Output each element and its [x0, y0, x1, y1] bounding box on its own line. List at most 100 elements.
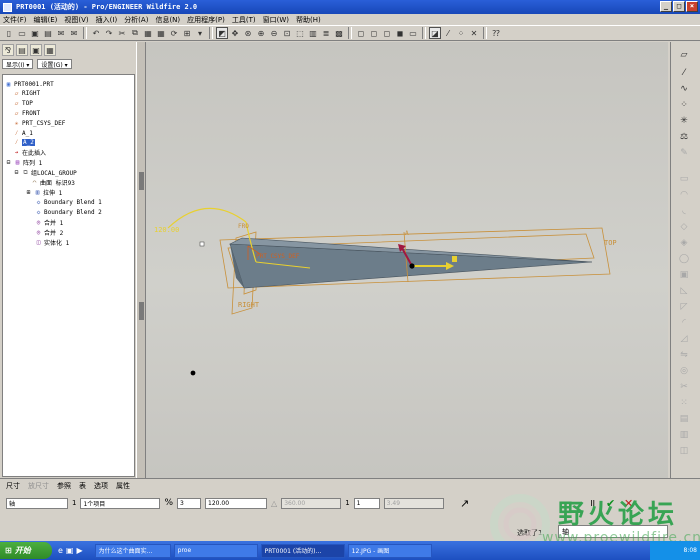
round-tool-icon[interactable]: ◜ [677, 316, 691, 330]
cut-icon[interactable]: ✂ [116, 27, 128, 39]
tab-dimensions[interactable]: 尺寸 [6, 481, 20, 491]
menu-window[interactable]: 窗口(W) [263, 15, 289, 25]
offset-tool-icon[interactable]: ▤ [677, 412, 691, 426]
increment-angle-field[interactable]: 120.00 [205, 497, 268, 509]
print-icon[interactable]: ▤ [42, 27, 54, 39]
datum-point-tool-icon[interactable]: ⁘ [677, 98, 691, 112]
reference-collector[interactable]: 1个项目 [80, 497, 161, 509]
tree-item[interactable]: ▣ PRT0001.PRT [5, 80, 54, 89]
solidify-tool-icon[interactable]: ◫ [677, 444, 691, 458]
tree-item[interactable]: ◇ Boundary Blend 2 [35, 208, 102, 217]
wireframe-icon[interactable]: ◻ [355, 27, 367, 39]
tab-references[interactable]: 参照 [57, 481, 71, 491]
tab-properties[interactable]: 属性 [116, 481, 130, 491]
email-icon[interactable]: ✉ [55, 27, 67, 39]
no-hidden-icon[interactable]: ◻ [381, 27, 393, 39]
menu-analysis[interactable]: 分析(A) [124, 15, 148, 25]
style-tool-icon[interactable]: ◈ [677, 236, 691, 250]
tab-table[interactable]: 表 [79, 481, 86, 491]
confirm-button[interactable]: ✔ [604, 496, 618, 510]
tree-item[interactable]: ◫ 实体化 1 [35, 238, 70, 247]
tab-options[interactable]: 选项 [94, 481, 108, 491]
close-button[interactable]: × [686, 1, 698, 12]
settings-dropdown[interactable]: 设置(G) ▾ [37, 59, 72, 69]
selection-mode-icon[interactable]: ▾ [194, 27, 206, 39]
taskbar-item-proe[interactable]: PRT0001 (活动的)... [260, 543, 345, 558]
refit-icon[interactable]: ⊡ [281, 27, 293, 39]
menu-view[interactable]: 视图(V) [64, 15, 88, 25]
favorites-tab-icon[interactable]: ▣ [30, 44, 42, 56]
collapse-toggle-icon[interactable]: ⊟ [13, 169, 20, 176]
folder-browser-tab-icon[interactable]: ▤ [16, 44, 28, 56]
boundary-blend-tool-icon[interactable]: ◇ [677, 220, 691, 234]
save-icon[interactable]: ▣ [29, 27, 41, 39]
pause-button[interactable]: II [586, 496, 600, 510]
splitter-grip[interactable] [139, 302, 144, 320]
email-link-icon[interactable]: ✉ [68, 27, 80, 39]
context-help-icon[interactable]: ⁇ [490, 27, 502, 39]
drag-handle[interactable] [199, 241, 205, 247]
menu-insert[interactable]: 插入(I) [96, 15, 118, 25]
expand-toggle-icon[interactable]: ⊞ [25, 189, 32, 196]
tree-item[interactable]: ◎ 合并 1 [35, 218, 64, 227]
menu-file[interactable]: 文件(F) [3, 15, 27, 25]
menu-tools[interactable]: 工具(T) [232, 15, 256, 25]
axis-origin-point[interactable] [409, 263, 415, 269]
quick-launch-media-icon[interactable]: ▶ [76, 546, 82, 555]
direction-flip-icon[interactable]: ↗ [458, 496, 472, 510]
datum-axes-toggle-icon[interactable]: ⁄ [442, 27, 454, 39]
rib-tool-icon[interactable]: ◺ [677, 284, 691, 298]
tree-item[interactable]: ▱ RIGHT [13, 89, 40, 98]
quick-launch-ie-icon[interactable]: e [58, 546, 63, 555]
taskbar-item-paint[interactable]: 12.JPG - 画图 [347, 543, 432, 558]
navigator-splitter[interactable] [136, 42, 146, 478]
menu-edit[interactable]: 编辑(E) [34, 15, 58, 25]
taskbar-item-browser[interactable]: 为什么这个曲面实... [94, 543, 171, 558]
pattern-type-select[interactable]: 轴 [6, 497, 68, 509]
find-icon[interactable]: ⊞ [181, 27, 193, 39]
tree-item[interactable]: ⊟ ⧉ 组LOCAL_GROUP [13, 168, 77, 178]
graphics-window[interactable]: 120.00 TOP RIGHT FRO PRT_CSYS_DEF A [146, 42, 668, 478]
new-file-icon[interactable]: ▯ [3, 27, 15, 39]
second-count-field[interactable]: 1 [353, 497, 380, 509]
tree-item[interactable]: ◇ Boundary Blend 1 [35, 198, 102, 207]
menu-help[interactable]: 帮助(H) [296, 15, 321, 25]
open-file-icon[interactable]: ▭ [16, 27, 28, 39]
hidden-line-icon[interactable]: ◻ [368, 27, 380, 39]
connections-tab-icon[interactable]: ▦ [44, 44, 56, 56]
thicken-tool-icon[interactable]: ▥ [677, 428, 691, 442]
zoom-out-icon[interactable]: ⊖ [268, 27, 280, 39]
menu-info[interactable]: 信息(N) [155, 15, 180, 25]
tree-item-selected[interactable]: ⁄ A_2 [13, 138, 35, 147]
extrude-tool-icon[interactable]: ▭ [677, 172, 691, 186]
zoom-in-icon[interactable]: ⊕ [255, 27, 267, 39]
paste-icon[interactable]: ▦ [142, 27, 154, 39]
datum-planes-toggle-icon[interactable]: ◪ [429, 27, 441, 39]
hole-tool-icon[interactable]: ◯ [677, 252, 691, 266]
splitter-grip[interactable] [139, 172, 144, 190]
model-tree-toggle-icon[interactable]: ▭ [407, 27, 419, 39]
pattern-tool-icon[interactable]: ⁙ [677, 396, 691, 410]
shading-icon[interactable]: ◼ [394, 27, 406, 39]
variable-sweep-tool-icon[interactable]: ◟ [677, 204, 691, 218]
datum-axis-tool-icon[interactable]: ⁄ [677, 66, 691, 80]
sketch-tool-icon[interactable]: ✎ [677, 146, 691, 160]
reorient-icon[interactable]: ⬚ [294, 27, 306, 39]
tree-item[interactable]: ▱ FRONT [13, 109, 40, 118]
layers-icon[interactable]: ≣ [320, 27, 332, 39]
datum-plane-tool-icon[interactable]: ▱ [677, 48, 691, 62]
chamfer-tool-icon[interactable]: ◿ [677, 332, 691, 346]
view-manager-icon[interactable]: ▩ [333, 27, 345, 39]
tree-item[interactable]: ✳ PRT_CSYS_DEF [13, 119, 66, 128]
orient-mode-icon[interactable]: ⊛ [242, 27, 254, 39]
datum-points-toggle-icon[interactable]: ⁘ [455, 27, 467, 39]
selection-filter[interactable]: 轴 [558, 525, 668, 538]
menu-applications[interactable]: 应用程序(P) [187, 15, 225, 25]
start-button[interactable]: ⊞ 开始 [0, 542, 52, 559]
paste-special-icon[interactable]: ▦ [155, 27, 167, 39]
redo-icon[interactable]: ↷ [103, 27, 115, 39]
tree-item[interactable]: ⊟ ▤ 阵列 1 [5, 158, 43, 167]
tree-item[interactable]: ⊞ ▥ 拉伸 1 [25, 188, 63, 197]
tree-item[interactable]: ◎ 合并 2 [35, 228, 64, 237]
csys-toggle-icon[interactable]: ✕ [468, 27, 480, 39]
